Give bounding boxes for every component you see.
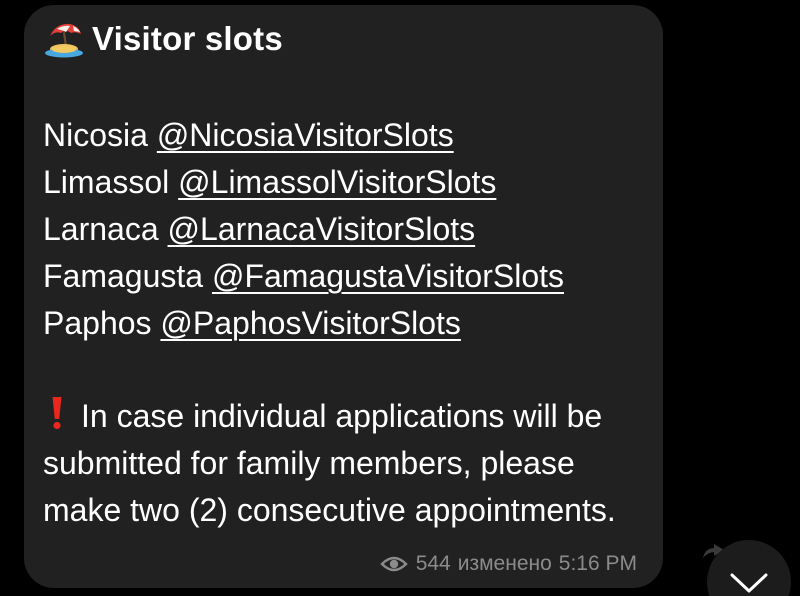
note-text: In case individual applications will be … <box>43 398 616 528</box>
message-title-row: Visitor slots <box>44 17 283 61</box>
red-exclamation-icon <box>52 397 62 430</box>
message-bubble: Visitor slots Nicosia @NicosiaVisitorSlo… <box>24 5 663 588</box>
city-label: Paphos <box>43 305 152 341</box>
channel-list: Nicosia @NicosiaVisitorSlots Limassol @L… <box>43 112 564 347</box>
channel-item-limassol: Limassol @LimassolVisitorSlots <box>43 159 564 206</box>
channel-item-paphos: Paphos @PaphosVisitorSlots <box>43 300 564 347</box>
channel-link[interactable]: @LimassolVisitorSlots <box>178 164 496 200</box>
channel-link[interactable]: @FamagustaVisitorSlots <box>212 258 564 294</box>
desert-island-icon <box>45 23 83 58</box>
channel-link[interactable]: @NicosiaVisitorSlots <box>157 117 454 153</box>
city-label: Famagusta <box>43 258 204 294</box>
city-label: Larnaca <box>43 211 159 247</box>
channel-link[interactable]: @PaphosVisitorSlots <box>160 305 460 341</box>
message-title: Visitor slots <box>92 20 283 57</box>
edited-label: изменено <box>457 552 552 575</box>
channel-item-nicosia: Nicosia @NicosiaVisitorSlots <box>43 112 564 159</box>
city-label: Limassol <box>43 164 170 200</box>
eye-icon <box>380 556 408 572</box>
message-meta: 544 изменено 5:16 PM <box>380 550 637 578</box>
channel-item-larnaca: Larnaca @LarnacaVisitorSlots <box>43 206 564 253</box>
family-applications-note: In case individual applications will be … <box>43 393 653 534</box>
channel-link[interactable]: @LarnacaVisitorSlots <box>168 211 476 247</box>
channel-item-famagusta: Famagusta @FamagustaVisitorSlots <box>43 253 564 300</box>
message-time: 5:16 PM <box>558 552 637 575</box>
city-label: Nicosia <box>43 117 148 153</box>
view-count: 544 <box>415 552 451 575</box>
chevron-down-icon <box>730 573 768 593</box>
